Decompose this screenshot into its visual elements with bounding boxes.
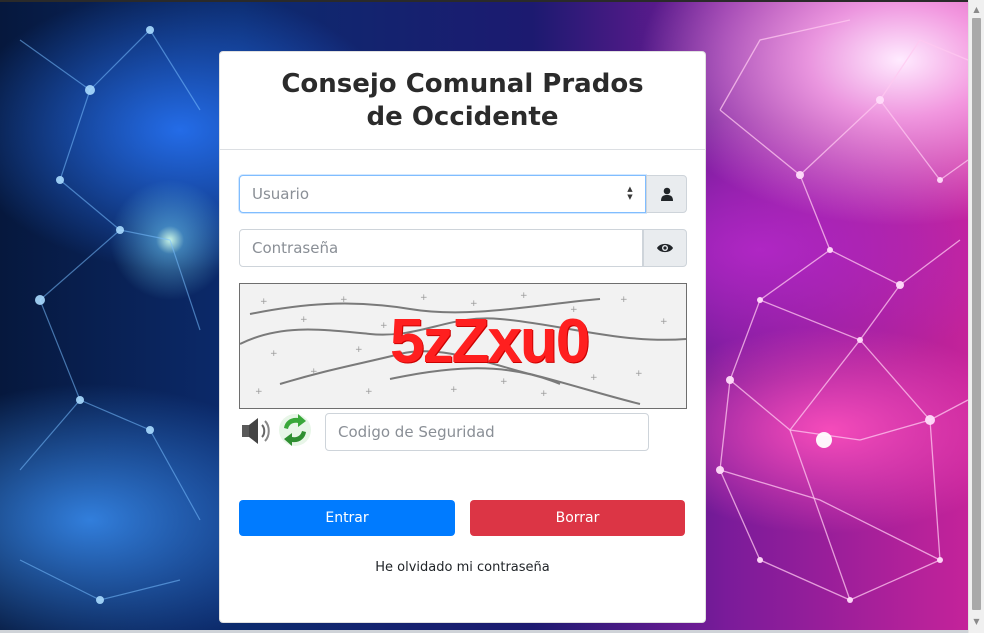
svg-text:+: + (270, 349, 278, 359)
password-placeholder: Contraseña (252, 239, 339, 257)
username-placeholder: Usuario (252, 185, 310, 203)
scrollbar-thumb[interactable] (972, 18, 981, 610)
username-spinner-icon[interactable]: ▲ ▼ (625, 185, 635, 203)
page-title: Consejo Comunal Prados de Occidente (281, 68, 644, 132)
username-input[interactable]: Usuario ▲ ▼ (239, 175, 646, 213)
submit-button[interactable]: Entrar (239, 500, 455, 536)
user-icon (660, 187, 673, 201)
svg-text:+: + (520, 291, 528, 301)
svg-text:+: + (365, 387, 373, 397)
security-code-input[interactable]: Codigo de Seguridad (325, 413, 649, 451)
svg-text:+: + (450, 385, 458, 395)
svg-text:+: + (660, 317, 668, 327)
svg-text:+: + (590, 373, 598, 383)
svg-text:+: + (500, 377, 508, 387)
clear-button[interactable]: Borrar (470, 500, 685, 536)
user-addon (646, 175, 687, 213)
scroll-down-arrow-icon[interactable]: ▼ (969, 614, 984, 630)
svg-text:+: + (540, 389, 548, 399)
svg-text:+: + (260, 297, 268, 307)
card-header: Consejo Comunal Prados de Occidente (220, 52, 705, 150)
password-input[interactable]: Contraseña (239, 229, 643, 267)
captcha-code: 5zZxu0 (390, 307, 590, 376)
password-toggle-button[interactable] (643, 229, 687, 267)
captcha-image: + + + + + + + + + + + + + + + + + + + + 5zZxu0 (239, 283, 687, 409)
svg-text:+: + (340, 295, 348, 305)
svg-text:+: + (635, 369, 643, 379)
login-card: Consejo Comunal Prados de Occidente Usua… (219, 51, 706, 623)
svg-text:+: + (310, 367, 318, 377)
svg-text:+: + (300, 315, 308, 325)
speaker-icon[interactable] (239, 414, 273, 448)
svg-text:+: + (355, 345, 363, 355)
svg-text:+: + (255, 387, 263, 397)
forgot-password-link[interactable]: He olvidado mi contraseña (220, 560, 705, 575)
refresh-icon[interactable] (277, 412, 313, 448)
eye-icon (657, 243, 673, 253)
security-code-placeholder: Codigo de Seguridad (338, 423, 495, 441)
vertical-scrollbar[interactable]: ▲ ▼ (968, 0, 984, 633)
svg-text:+: + (620, 295, 628, 305)
scroll-up-arrow-icon[interactable]: ▲ (969, 2, 984, 18)
svg-text:+: + (420, 293, 428, 303)
svg-text:+: + (380, 321, 388, 331)
window-top-border (0, 0, 984, 2)
